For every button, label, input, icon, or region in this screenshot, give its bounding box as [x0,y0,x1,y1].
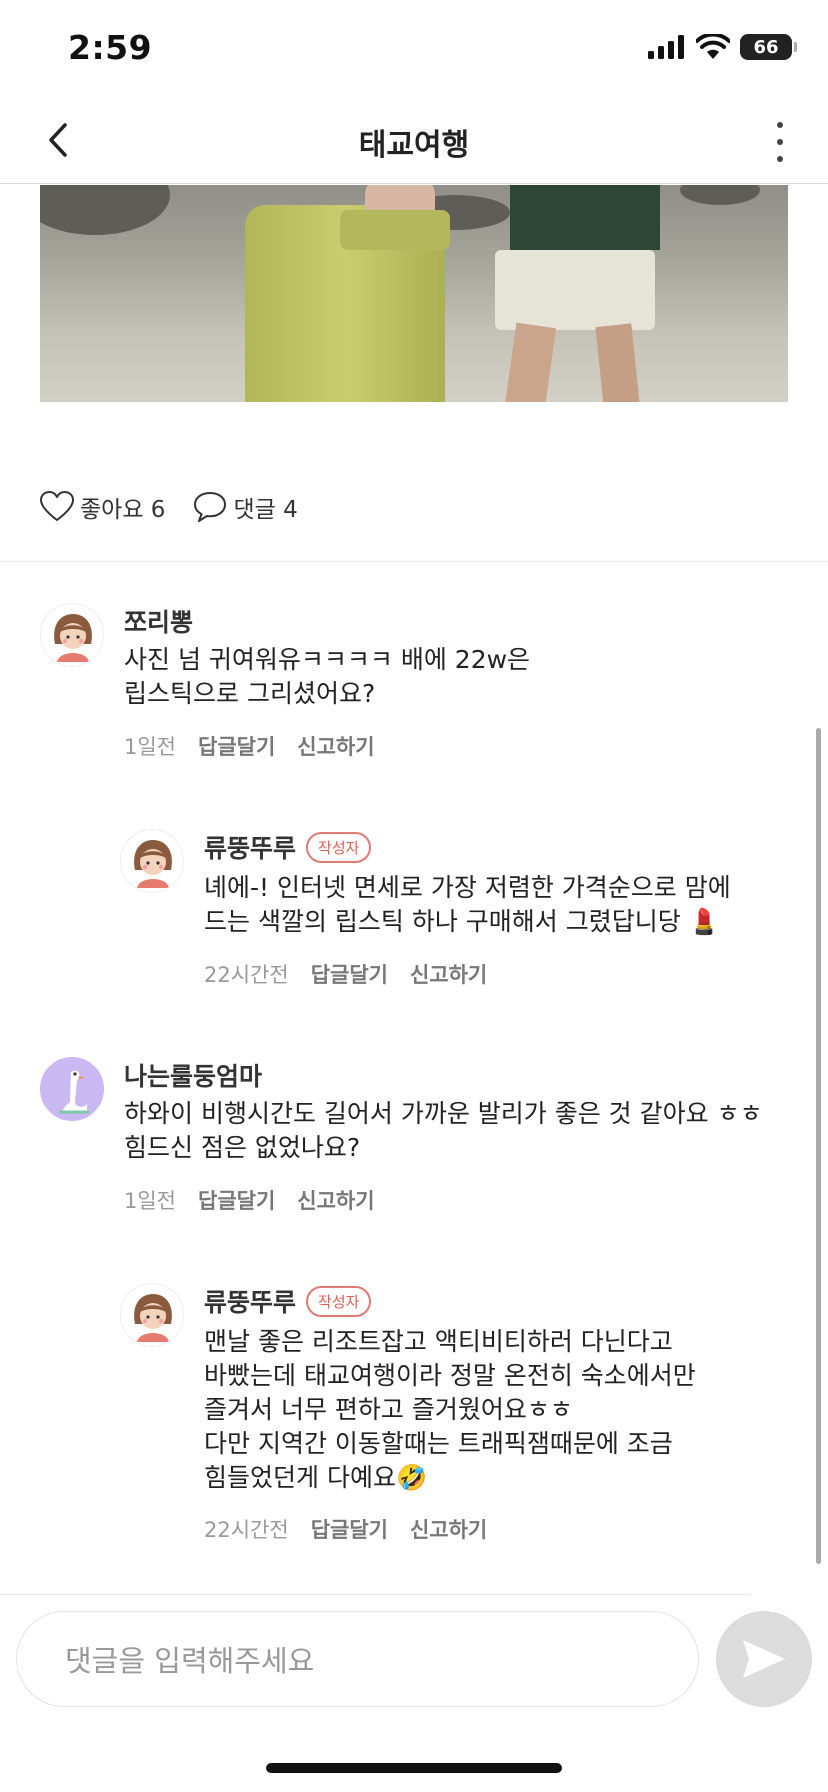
author-name: 류뚱뚜루 [204,834,297,863]
comment-time: 22시간전 [204,1518,289,1542]
commenter-name[interactable]: 쪼리뽕 [124,603,193,639]
battery-level: 66 [753,36,779,58]
avatar[interactable] [120,1283,184,1347]
avatar[interactable] [40,1057,104,1121]
girl-avatar-icon [54,614,92,662]
comment-meta: 22시간전 답글달기 신고하기 [204,1514,487,1544]
battery-icon: 66 [740,34,797,60]
comment-text: 맨날 좋은 리조트잡고 액티비티하러 다닌다고 바빴는데 태교여행이라 정말 온… [204,1327,696,1492]
swan-avatar-icon [41,1058,103,1120]
scrollbar[interactable] [816,728,821,1564]
comment-time: 1일전 [124,1189,177,1213]
speech-bubble-icon [194,492,227,522]
send-button[interactable] [716,1611,812,1707]
signal-icon [648,35,684,59]
commenter-name[interactable]: 류뚱뚜루 작성자 [204,1283,372,1319]
reply-button[interactable]: 답글달기 [198,1185,275,1215]
page-title: 태교여행 [358,128,470,163]
comment-count-button[interactable]: 댓글 4 [193,490,298,524]
report-button[interactable]: 신고하기 [297,1185,374,1215]
comment-input[interactable]: 댓글을 입력해주세요 [16,1611,699,1707]
post-photo[interactable] [40,185,788,402]
author-name: 류뚱뚜루 [204,1288,297,1317]
reaction-bar: 좋아요 6 댓글 4 [40,490,298,524]
commenter-name[interactable]: 류뚱뚜루 작성자 [204,829,372,865]
comment-count: 댓글 4 [233,497,298,523]
status-bar: 2:59 66 [0,0,828,100]
status-icons: 66 [648,34,797,60]
comment-input-placeholder: 댓글을 입력해주세요 [65,1644,315,1678]
commenter-name[interactable]: 나는룰둥엄마 [124,1057,262,1093]
section-divider [0,561,828,562]
report-button[interactable]: 신고하기 [297,731,374,761]
avatar[interactable] [120,829,184,893]
girl-avatar-icon [134,1294,172,1342]
input-divider [0,1594,750,1595]
author-badge: 작성자 [306,1286,372,1317]
comment-meta: 1일전 답글달기 신고하기 [124,731,375,761]
wifi-icon [696,34,730,59]
comment-meta: 1일전 답글달기 신고하기 [124,1185,375,1215]
reply-button[interactable]: 답글달기 [311,1514,388,1544]
reply-button[interactable]: 답글달기 [311,959,388,989]
author-badge: 작성자 [306,832,372,863]
report-button[interactable]: 신고하기 [410,1514,487,1544]
comment-text: 하와이 비행시간도 길어서 가까운 발리가 좋은 것 같아요 ㅎㅎ 힘드신 점은… [124,1099,763,1162]
avatar[interactable] [40,603,104,667]
more-vertical-icon [777,122,783,128]
comment-time: 1일전 [124,735,177,759]
send-icon [743,1640,785,1678]
comment-meta: 22시간전 답글달기 신고하기 [204,959,487,989]
more-options-button[interactable] [768,122,792,162]
reply-button[interactable]: 답글달기 [198,731,275,761]
comment-text: 사진 넘 귀여워유ㅋㅋㅋㅋ 배에 22w은 립스틱으로 그리셨어요? [124,645,531,708]
like-button[interactable]: 좋아요 6 [40,490,165,524]
app-header: 태교여행 [0,100,828,184]
report-button[interactable]: 신고하기 [410,959,487,989]
girl-avatar-icon [134,840,172,888]
heart-icon [40,491,74,521]
home-indicator[interactable] [266,1763,562,1773]
status-time: 2:59 [68,28,153,67]
comment-time: 22시간전 [204,963,289,987]
like-count: 좋아요 6 [80,497,166,523]
comment-text: 녜에-! 인터넷 면세로 가장 저렴한 가격순으로 맘에 드는 색깔의 립스틱 … [204,873,731,936]
